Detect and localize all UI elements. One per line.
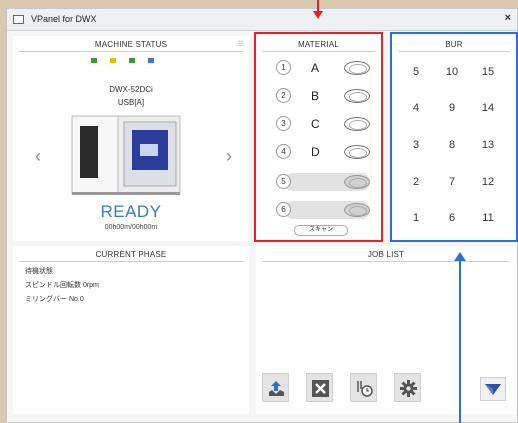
upload-job-button[interactable]	[262, 373, 289, 402]
phase-state: 待機状態	[25, 268, 53, 275]
settings-button[interactable]	[394, 373, 421, 402]
job-list-title: JOB LIST	[367, 250, 405, 259]
delete-job-button[interactable]	[306, 373, 333, 402]
spindle-speed: スピンドル回転数 0rpm	[25, 282, 99, 289]
red-arrow-icon	[313, 0, 323, 19]
title-bar: VPanel for DWX ×	[7, 9, 517, 31]
divider	[19, 51, 243, 52]
connection-port: USB[A]	[117, 98, 145, 107]
current-phase-title: CURRENT PHASE	[95, 250, 167, 259]
next-machine-arrow-icon[interactable]: ›	[226, 146, 232, 167]
panel-menu-icon[interactable]: ⁝⁝	[238, 39, 243, 48]
machine-status-title: MACHINE STATUS	[94, 40, 168, 49]
close-window-button[interactable]: ×	[505, 12, 511, 24]
machine-model: DWX-52DCi	[109, 85, 153, 94]
bur-highlight-box	[390, 32, 518, 242]
close-icon	[312, 380, 329, 397]
blue-arrow-icon	[454, 252, 466, 423]
upload-icon	[269, 381, 284, 396]
window-title: VPanel for DWX	[31, 14, 97, 24]
job-timer: 00h00m/00h00m	[104, 224, 158, 231]
timer-icon	[357, 381, 373, 397]
milling-bur-number: ミリングバー No.0	[25, 296, 84, 303]
material-highlight-box	[254, 32, 383, 242]
app-icon	[13, 15, 24, 24]
divider	[19, 261, 243, 262]
machine-status-text: READY	[100, 202, 162, 221]
indicator-dot	[91, 58, 97, 63]
roland-logo-icon[interactable]	[480, 377, 506, 401]
divider	[262, 261, 510, 262]
indicator-dot	[129, 58, 135, 63]
status-indicator-dots	[91, 58, 154, 63]
machine-image	[71, 115, 181, 195]
indicator-dot	[148, 58, 154, 63]
indicator-dot	[110, 58, 116, 63]
current-phase-panel: CURRENT PHASE 待機状態 スピンドル回転数 0rpm ミリングバー …	[13, 246, 249, 414]
gear-icon	[400, 380, 417, 397]
schedule-button[interactable]	[350, 373, 377, 402]
prev-machine-arrow-icon[interactable]: ‹	[35, 146, 41, 167]
job-list-panel: JOB LIST	[256, 246, 516, 414]
